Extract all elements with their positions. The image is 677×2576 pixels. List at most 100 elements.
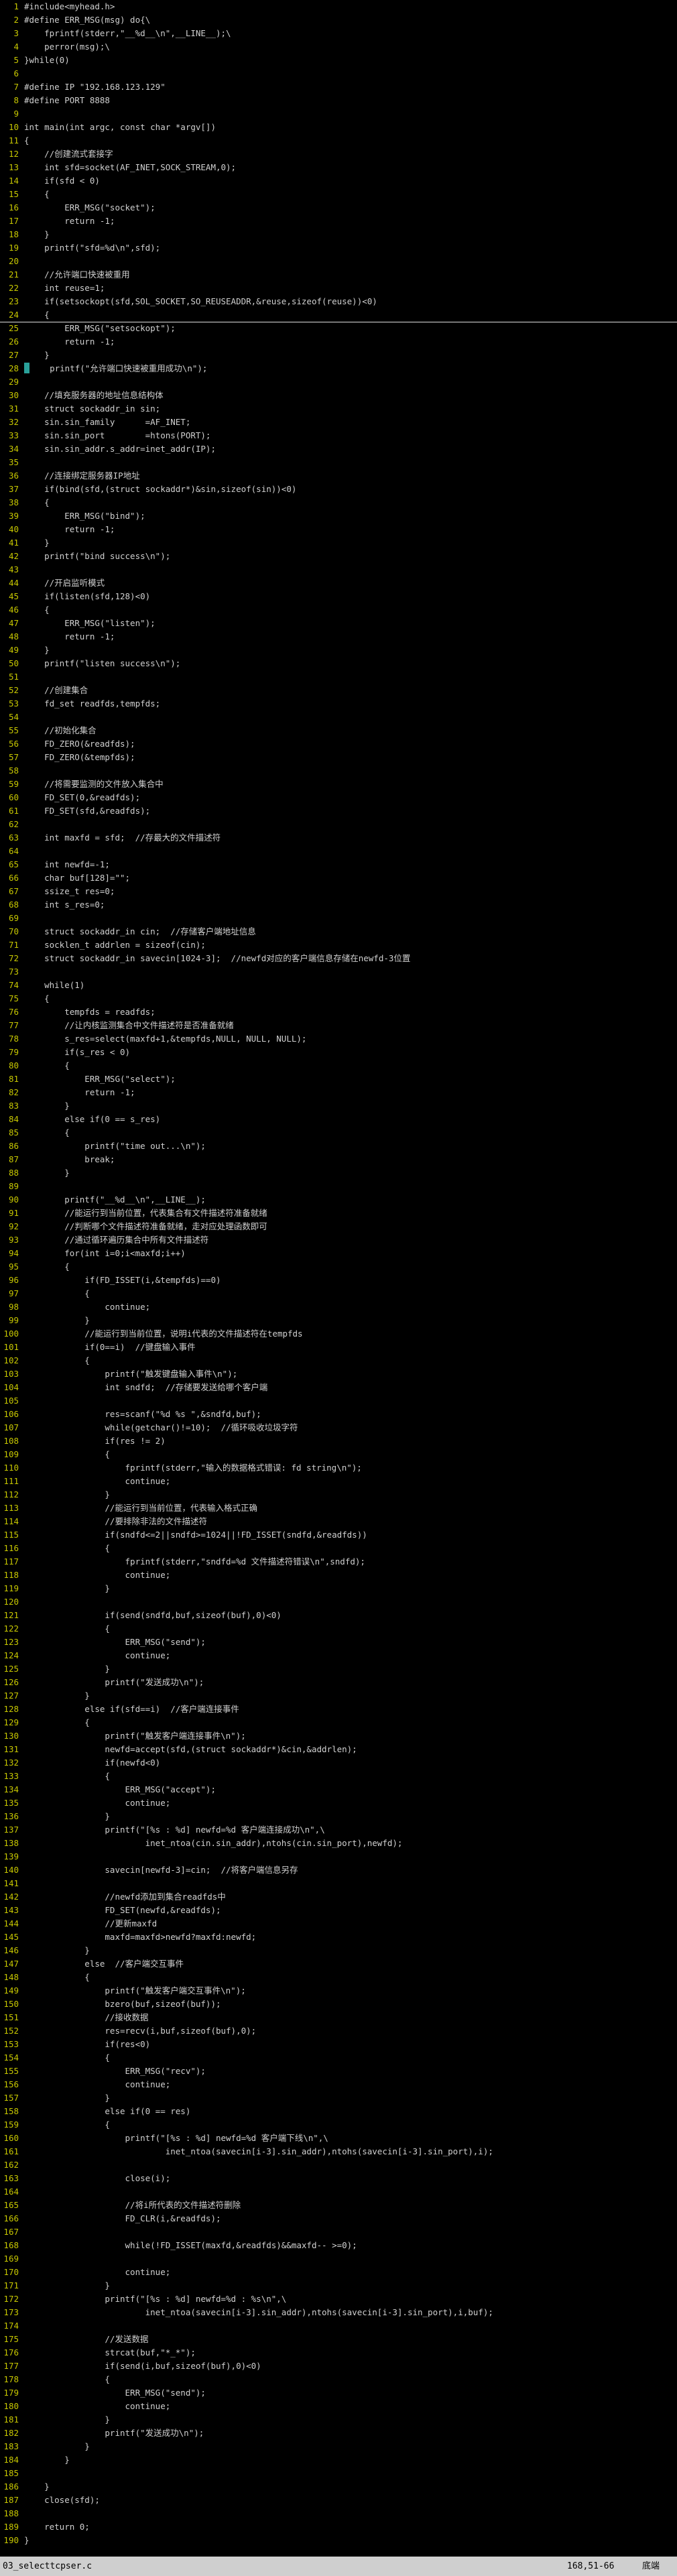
code-text[interactable]: continue;: [24, 1302, 150, 1312]
code-line[interactable]: 36 //连接绑定服务器IP地址: [0, 469, 677, 483]
code-line[interactable]: 141: [0, 1877, 677, 1890]
code-text[interactable]: {: [24, 1262, 70, 1272]
code-text[interactable]: if(0==i) //键盘输入事件: [24, 1342, 195, 1352]
code-text[interactable]: //开启监听模式: [24, 578, 105, 588]
code-text[interactable]: //更新maxfd: [24, 1918, 157, 1928]
code-text[interactable]: printf("触发键盘输入事件\n");: [24, 1369, 237, 1379]
code-line[interactable]: 171 }: [0, 2279, 677, 2292]
code-line[interactable]: 132 if(newfd<0): [0, 1756, 677, 1770]
code-text[interactable]: //能运行到当前位置，代表输入格式正确: [24, 1503, 257, 1513]
code-line[interactable]: 93 //通过循环遍历集合中所有文件描述符: [0, 1233, 677, 1247]
code-text[interactable]: }: [24, 1489, 110, 1499]
code-line[interactable]: 188: [0, 2507, 677, 2520]
code-line[interactable]: 134 ERR_MSG("accept");: [0, 1783, 677, 1796]
code-line[interactable]: 68 int s_res=0;: [0, 898, 677, 912]
code-line[interactable]: 154 {: [0, 2051, 677, 2065]
code-line[interactable]: 122 {: [0, 1622, 677, 1636]
code-text[interactable]: FD_ZERO(&tempfds);: [24, 752, 135, 762]
code-line[interactable]: 162: [0, 2158, 677, 2172]
code-line[interactable]: 26 return -1;: [0, 335, 677, 349]
code-text[interactable]: ERR_MSG("select");: [24, 1074, 175, 1084]
code-text[interactable]: continue;: [24, 2267, 171, 2277]
code-text[interactable]: }: [24, 1583, 110, 1593]
code-line[interactable]: 106 res=scanf("%d %s ",&sndfd,buf);: [0, 1408, 677, 1421]
code-line[interactable]: 4 perror(msg);\: [0, 40, 677, 54]
code-text[interactable]: #define IP "192.168.123.129": [24, 82, 166, 92]
code-line[interactable]: 21 //允许端口快速被重用: [0, 268, 677, 282]
code-text[interactable]: }: [24, 2280, 110, 2290]
code-text[interactable]: ERR_MSG("listen");: [24, 618, 155, 628]
code-text[interactable]: sin.sin_port =htons(PORT);: [24, 430, 210, 440]
code-line[interactable]: 173 inet_ntoa(savecin[i-3].sin_addr),nto…: [0, 2306, 677, 2319]
code-line[interactable]: 104 int sndfd; //存储要发送给哪个客户端: [0, 1381, 677, 1394]
code-text[interactable]: if(bind(sfd,(struct sockaddr*)&sin,sizeo…: [24, 484, 296, 494]
code-line[interactable]: 76 tempfds = readfds;: [0, 1005, 677, 1019]
code-line[interactable]: 47 ERR_MSG("listen");: [0, 617, 677, 630]
code-text[interactable]: perror(msg);\: [24, 42, 110, 52]
code-line[interactable]: 60 FD_SET(0,&readfds);: [0, 791, 677, 804]
code-line[interactable]: 153 if(res<0): [0, 2038, 677, 2051]
code-text[interactable]: else if(sfd==i) //客户端连接事件: [24, 1704, 239, 1714]
code-line[interactable]: 149 printf("触发客户端交互事件\n");: [0, 1984, 677, 1998]
code-line[interactable]: 89: [0, 1180, 677, 1193]
code-line[interactable]: 177 if(send(i,buf,sizeof(buf),0)<0): [0, 2359, 677, 2373]
code-text[interactable]: tempfds = readfds;: [24, 1007, 155, 1017]
code-text[interactable]: #define PORT 8888: [24, 95, 110, 105]
code-text[interactable]: int newfd=-1;: [24, 859, 110, 869]
code-line[interactable]: 105: [0, 1394, 677, 1408]
code-line[interactable]: 17 return -1;: [0, 214, 677, 228]
code-text[interactable]: //能运行到当前位置，说明i代表的文件描述符在tempfds: [24, 1329, 302, 1339]
code-text[interactable]: fd_set readfds,tempfds;: [24, 698, 160, 709]
code-text[interactable]: #define ERR_MSG(msg) do{\: [24, 15, 150, 25]
code-text[interactable]: res=recv(i,buf,sizeof(buf),0);: [24, 2026, 256, 2036]
code-line[interactable]: 67 ssize_t res=0;: [0, 885, 677, 898]
code-line[interactable]: 63 int maxfd = sfd; //存最大的文件描述符: [0, 831, 677, 845]
code-text[interactable]: return -1;: [24, 524, 115, 534]
code-text[interactable]: continue;: [24, 2079, 171, 2089]
code-text[interactable]: FD_CLR(i,&readfds);: [24, 2213, 221, 2223]
code-line[interactable]: 71 socklen_t addrlen = sizeof(cin);: [0, 938, 677, 952]
code-text[interactable]: printf("发送成功\n");: [24, 1677, 204, 1687]
code-text[interactable]: close(sfd);: [24, 2495, 100, 2505]
code-text[interactable]: }: [24, 538, 50, 548]
code-text[interactable]: //允许端口快速被重用: [24, 269, 130, 280]
code-text[interactable]: maxfd=maxfd>newfd?maxfd:newfd;: [24, 1932, 256, 1942]
code-line[interactable]: 178 {: [0, 2373, 677, 2386]
code-text[interactable]: continue;: [24, 1798, 171, 1808]
code-line[interactable]: 110 fprintf(stderr,"输入的数据格式错误: fd string…: [0, 1461, 677, 1475]
code-line[interactable]: 62: [0, 818, 677, 831]
code-line[interactable]: 14 if(sfd < 0): [0, 174, 677, 188]
code-line[interactable]: 187 close(sfd);: [0, 2494, 677, 2507]
code-line[interactable]: 168 while(!FD_ISSET(maxfd,&readfds)&&max…: [0, 2239, 677, 2252]
code-line[interactable]: 7 #define IP "192.168.123.129": [0, 80, 677, 94]
code-text[interactable]: }: [24, 1664, 110, 1674]
code-text[interactable]: //连接绑定服务器IP地址: [24, 471, 140, 481]
code-text[interactable]: sin.sin_family =AF_INET;: [24, 417, 190, 427]
code-line[interactable]: 20: [0, 255, 677, 268]
code-line[interactable]: 79 if(s_res < 0): [0, 1046, 677, 1059]
code-line[interactable]: 54: [0, 711, 677, 724]
code-line[interactable]: 115 if(sndfd<=2||sndfd>=1024||!FD_ISSET(…: [0, 1528, 677, 1542]
code-line[interactable]: 10 int main(int argc, const char *argv[]): [0, 121, 677, 134]
code-line[interactable]: 53 fd_set readfds,tempfds;: [0, 697, 677, 711]
code-text[interactable]: }: [24, 2441, 90, 2451]
code-line[interactable]: 73: [0, 965, 677, 979]
code-line[interactable]: 49 }: [0, 643, 677, 657]
code-line[interactable]: 180 continue;: [0, 2400, 677, 2413]
code-line[interactable]: 136 }: [0, 1810, 677, 1823]
code-text[interactable]: int maxfd = sfd; //存最大的文件描述符: [24, 833, 221, 843]
code-text[interactable]: }: [24, 350, 50, 360]
code-line[interactable]: 125 }: [0, 1662, 677, 1676]
code-line[interactable]: 72 struct sockaddr_in savecin[1024-3]; /…: [0, 952, 677, 965]
code-line[interactable]: 116 {: [0, 1542, 677, 1555]
code-line[interactable]: 126 printf("发送成功\n");: [0, 1676, 677, 1689]
code-text[interactable]: if(res<0): [24, 2039, 150, 2049]
code-text[interactable]: }: [24, 1691, 90, 1701]
code-text[interactable]: struct sockaddr_in sin;: [24, 404, 160, 414]
code-text[interactable]: {: [24, 2120, 110, 2130]
code-text[interactable]: return 0;: [24, 2522, 90, 2532]
code-line[interactable]: 98 continue;: [0, 1300, 677, 1314]
code-text[interactable]: while(getchar()!=10); //循环吸收垃圾字符: [24, 1422, 298, 1432]
code-text[interactable]: strcat(buf,"*_*");: [24, 2347, 195, 2357]
code-text[interactable]: struct sockaddr_in cin; //存储客户端地址信息: [24, 926, 256, 936]
